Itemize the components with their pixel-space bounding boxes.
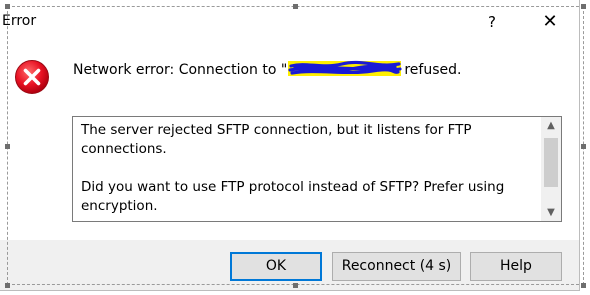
screenshot-canvas: Error ? ✕ Network error: Connection to " — [0, 0, 590, 295]
selection-frame — [7, 6, 584, 285]
resize-handle-mid-left[interactable] — [5, 144, 10, 149]
resize-handle-top-right[interactable] — [581, 4, 586, 9]
resize-handle-top-left[interactable] — [5, 4, 10, 9]
resize-handle-top-mid[interactable] — [293, 4, 298, 9]
resize-handle-bottom-right[interactable] — [581, 283, 586, 288]
resize-handle-bottom-mid[interactable] — [293, 283, 298, 288]
resize-handle-mid-right[interactable] — [581, 144, 586, 149]
resize-handle-bottom-left[interactable] — [5, 283, 10, 288]
